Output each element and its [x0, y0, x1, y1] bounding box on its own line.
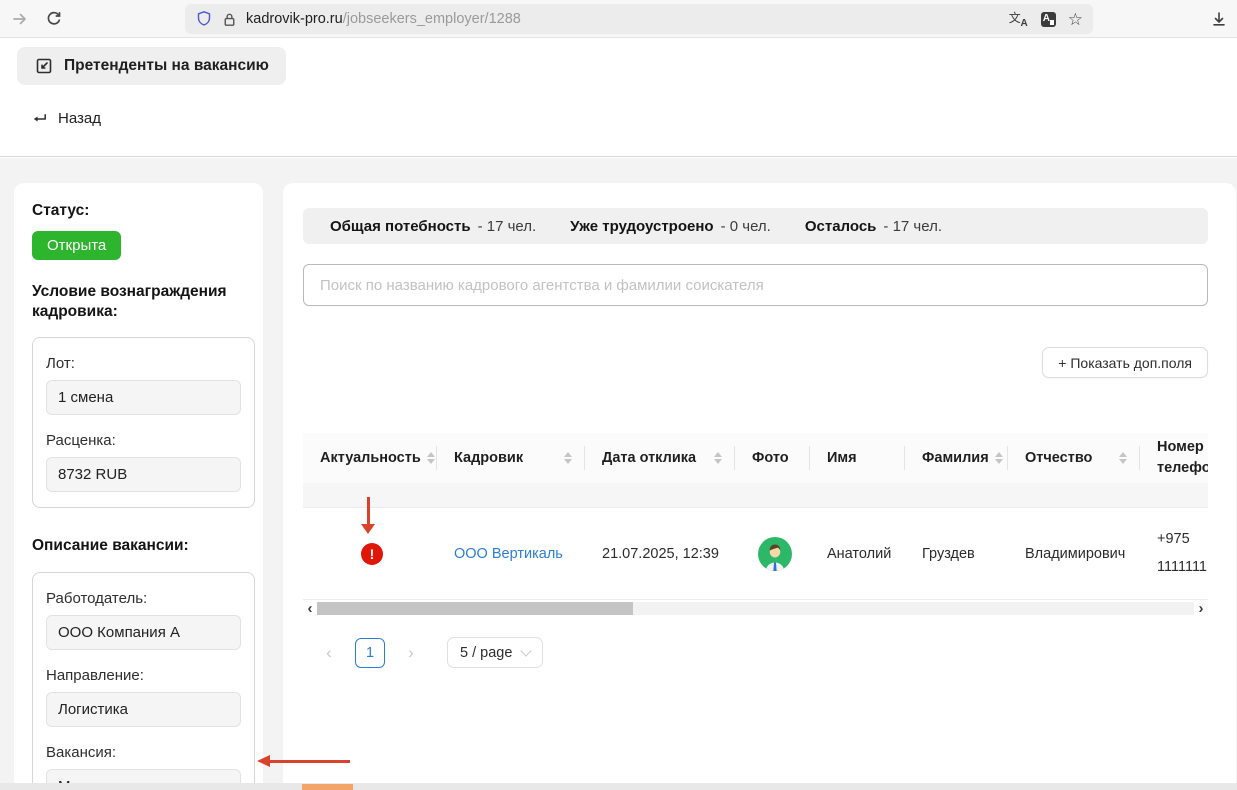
horizontal-scrollbar: ‹ › [303, 600, 1208, 617]
employer-label: Работодатель: [46, 590, 241, 607]
bookmark-star-icon[interactable]: ☆ [1068, 11, 1083, 28]
bottom-page-edge [0, 783, 1237, 790]
table-filter-row [303, 483, 1208, 508]
stat-total-need-value: - 17 чел. [478, 218, 537, 235]
page-header: Претенденты на вакансию Назад [0, 39, 1237, 157]
stat-remaining-value: - 17 чел. [883, 218, 942, 235]
column-middle-name[interactable]: Отчество [1008, 433, 1140, 483]
table-header-row: Актуальность Кадровик Дата отклика Фото [303, 433, 1208, 483]
avatar[interactable] [758, 537, 792, 571]
agency-link[interactable]: ООО Вертикаль [454, 546, 563, 562]
show-extra-fields-button[interactable]: + Показать доп.поля [1042, 347, 1208, 378]
description-heading: Описание вакансии: [32, 536, 255, 556]
vacancy-label: Вакансия: [46, 744, 241, 761]
back-button[interactable]: Назад [30, 106, 101, 130]
direction-label: Направление: [46, 667, 241, 684]
actuality-cell: ! [303, 543, 437, 565]
back-icon [30, 109, 49, 128]
page-size-value: 5 / page [460, 645, 512, 661]
translate-icon[interactable]: 文A [1009, 10, 1029, 28]
employer-field[interactable] [46, 615, 241, 650]
next-page-icon[interactable]: › [397, 643, 425, 663]
scrollbar-thumb[interactable] [317, 602, 633, 615]
rate-label: Расценка: [46, 432, 241, 449]
lot-field[interactable] [46, 380, 241, 415]
page-size-select[interactable]: 5 / page [447, 637, 543, 668]
rate-field[interactable] [46, 457, 241, 492]
column-last-name[interactable]: Фамилия [905, 433, 1008, 483]
stat-remaining: Осталось - 17 чел. [805, 218, 942, 235]
stat-employed-value: - 0 чел. [721, 218, 771, 235]
stat-employed-label: Уже трудоустроено [570, 218, 713, 235]
stat-total-need: Общая потебность - 17 чел. [330, 218, 536, 235]
back-label: Назад [58, 110, 101, 127]
reward-box: Лот: Расценка: [32, 337, 255, 508]
stats-bar: Общая потебность - 17 чел. Уже трудоустр… [303, 208, 1208, 244]
sort-icon [714, 452, 722, 464]
lock-icon[interactable] [221, 11, 238, 28]
prev-page-icon[interactable]: ‹ [315, 643, 343, 663]
annotation-arrow-down [367, 497, 370, 525]
annotation-arrow-left [269, 760, 350, 763]
sort-icon [1119, 452, 1127, 464]
column-actuality[interactable]: Актуальность [303, 433, 437, 483]
vacancy-sidebar: Статус: Открыта Условие вознаграждения к… [14, 183, 263, 790]
description-box: Работодатель: Направление: Вакансия: [32, 572, 255, 790]
scroll-left-icon[interactable]: ‹ [303, 601, 317, 616]
orange-partial-element [302, 784, 353, 790]
sort-icon [995, 452, 1003, 464]
column-first-name: Имя [810, 433, 905, 483]
column-photo: Фото [735, 433, 810, 483]
downloads-icon[interactable] [1209, 9, 1229, 29]
page-title-badge: Претенденты на вакансию [17, 47, 286, 85]
status-label: Статус: [32, 201, 255, 221]
middle-name-cell: Владимирович [1008, 546, 1140, 562]
pagination: ‹ 1 › 5 / page [315, 637, 1208, 668]
column-response-date[interactable]: Дата отклика [585, 433, 735, 483]
annotation-arrow-left-head [257, 755, 270, 767]
url-bar[interactable]: kadrovik-pro.ru/jobseekers_employer/1288… [185, 4, 1093, 34]
chevron-down-icon [521, 645, 532, 656]
lot-label: Лот: [46, 355, 241, 372]
current-page-button[interactable]: 1 [355, 638, 385, 668]
first-name-cell: Анатолий [810, 546, 905, 562]
search-input[interactable] [303, 264, 1208, 306]
tracking-shield-icon[interactable] [195, 10, 213, 28]
url-host: kadrovik-pro.ru [246, 11, 343, 27]
applicants-icon [34, 56, 54, 76]
browser-toolbar: kadrovik-pro.ru/jobseekers_employer/1288… [0, 0, 1237, 38]
direction-field[interactable] [46, 692, 241, 727]
column-kadrovik[interactable]: Кадровик [437, 433, 585, 483]
stat-remaining-label: Осталось [805, 218, 877, 235]
sort-icon [564, 452, 572, 464]
dictionary-icon[interactable]: A [1041, 12, 1056, 27]
scroll-right-icon[interactable]: › [1194, 601, 1208, 616]
alert-exclamation-icon: ! [361, 543, 383, 565]
table-row: ! ООО Вертикаль 21.07.2025, 12:39 [303, 508, 1208, 600]
phone-cell: +975 1111111 [1140, 526, 1208, 581]
reload-icon[interactable] [44, 9, 64, 29]
last-name-cell: Груздев [905, 546, 1008, 562]
applicants-table: Актуальность Кадровик Дата отклика Фото [303, 433, 1208, 600]
response-date-cell: 21.07.2025, 12:39 [585, 546, 735, 562]
stat-employed: Уже трудоустроено - 0 чел. [570, 218, 771, 235]
applicants-panel: Общая потебность - 17 чел. Уже трудоустр… [283, 183, 1236, 790]
photo-cell [735, 537, 810, 571]
page-title: Претенденты на вакансию [64, 57, 269, 75]
scrollbar-track[interactable] [317, 602, 1194, 615]
reward-heading: Условие вознаграждения кадровика: [32, 282, 255, 322]
url-path: /jobseekers_employer/1288 [343, 11, 521, 27]
column-phone: Номер телефона [1140, 433, 1208, 483]
forward-icon[interactable] [10, 9, 30, 29]
content-area: Статус: Открыта Условие вознаграждения к… [0, 158, 1237, 790]
status-open-badge[interactable]: Открыта [32, 231, 121, 260]
sort-icon [427, 452, 435, 464]
stat-total-need-label: Общая потебность [330, 218, 471, 235]
annotation-arrow-down-head [361, 524, 375, 534]
kadrovik-cell: ООО Вертикаль [437, 546, 585, 562]
